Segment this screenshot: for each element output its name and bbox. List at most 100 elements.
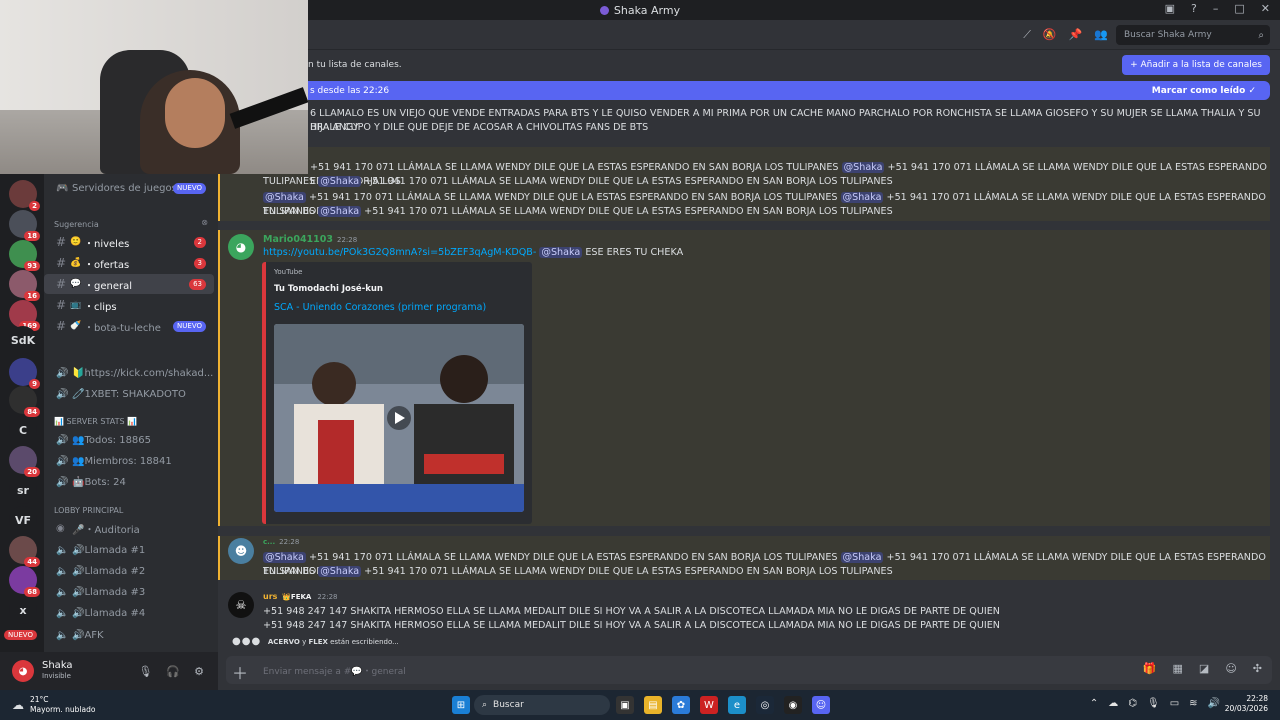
category-suggestion[interactable]: Sugerencia (54, 220, 99, 229)
edge-icon[interactable]: e (728, 696, 746, 714)
channel-bota-tu-leche[interactable]: # 🍼 ・bota-tu-leche NUEVO (44, 316, 214, 336)
mention[interactable]: @Shaka (318, 176, 362, 187)
category-server-stats[interactable]: 📊 SERVER STATS 📊 (54, 417, 137, 426)
attach-plus-icon[interactable]: ＋ (232, 660, 248, 684)
server-icon[interactable]: SdK (9, 326, 37, 354)
minimize-icon[interactable]: – (1213, 2, 1219, 15)
embed-author[interactable]: Tu Tomodachi José-kun (274, 284, 383, 294)
notification-bell-icon[interactable]: 🔕 (1043, 28, 1057, 42)
microphone-icon[interactable]: 🎙 (1147, 698, 1160, 709)
video-thumbnail[interactable] (274, 324, 524, 512)
channel-niveles[interactable]: # 🙂 ・niveles 2 (44, 232, 214, 252)
voice-llamada-1[interactable]: 🔈 🔊Llamada #1 (44, 540, 214, 560)
gift-icon[interactable]: 🎁 (1143, 662, 1157, 675)
chevron-up-icon[interactable]: ⌃ (1090, 698, 1098, 709)
stat-miembros[interactable]: 🔊 👥Miembros: 18841 (44, 451, 214, 471)
taskbar-search[interactable]: ⌕ Buscar (474, 695, 610, 715)
microphone-icon[interactable]: 🎙 (138, 665, 152, 678)
server-icon[interactable]: VF (9, 506, 37, 534)
server-icon[interactable]: sr (9, 476, 37, 504)
mention[interactable]: @Shaka (318, 566, 362, 577)
game-servers-item[interactable]: 🎮 Servidores de juegos NUEVO (44, 178, 214, 198)
chrome-icon[interactable]: ◉ (784, 696, 802, 714)
volume-icon[interactable]: 🔊 (1208, 698, 1220, 709)
sticker-icon[interactable]: ◪ (1199, 662, 1209, 675)
channel-clips[interactable]: # 📺 ・clips (44, 295, 214, 315)
server-icon[interactable]: 84 (9, 386, 40, 417)
emoji-icon[interactable]: ☺ (1225, 662, 1236, 675)
stat-todos[interactable]: 🔊 👥Todos: 18865 (44, 430, 214, 450)
stat-bots[interactable]: 🔊 🤖Bots: 24 (44, 472, 214, 492)
voice-kick-link[interactable]: 🔊 🔰https://kick.com/shakad... (44, 363, 214, 383)
user-info[interactable]: Shaka Invisible (42, 660, 73, 682)
server-icon[interactable]: x (9, 596, 37, 624)
user-avatar[interactable]: ☻ (228, 538, 254, 564)
display-icon[interactable]: ▭ (1170, 698, 1179, 709)
server-icon[interactable]: 20 (9, 446, 40, 477)
office-icon[interactable]: W (700, 696, 718, 714)
author-name[interactable]: urs 👑FEKA 22:28 (263, 592, 338, 601)
voice-1xbet[interactable]: 🔊 🧷1XBET: SHAKADOTO (44, 384, 214, 404)
mention[interactable]: @Shaka (840, 552, 884, 563)
search-input[interactable]: Buscar Shaka Army ⌕ (1116, 25, 1270, 45)
copilot-icon[interactable]: ✿ (672, 696, 690, 714)
server-icon[interactable]: 9 (9, 358, 40, 389)
server-icon[interactable]: 18 (9, 210, 40, 241)
threads-icon[interactable]: ⟋ (1023, 28, 1031, 42)
gif-icon[interactable]: ▦ (1173, 662, 1183, 675)
windows-start-icon[interactable]: ⊞ (452, 696, 470, 714)
close-icon[interactable]: ✕ (1261, 2, 1270, 15)
channel-general[interactable]: # 💬 ・general 63 (44, 274, 214, 294)
embed-title[interactable]: SCA - Uniendo Corazones (primer programa… (274, 302, 486, 313)
inbox-icon[interactable]: ▣ (1165, 2, 1175, 15)
message-input[interactable]: Enviar mensaje a #💬・general (226, 656, 1272, 684)
voice-llamada-3[interactable]: 🔈 🔊Llamada #3 (44, 582, 214, 602)
mention[interactable]: @Shaka (840, 192, 884, 203)
settings-gear-icon[interactable]: ⚙ (194, 665, 204, 678)
members-icon[interactable]: 👥 (1094, 28, 1108, 42)
server-icon[interactable]: 44 (9, 536, 40, 567)
new-messages-bar[interactable]: s desde las 22:26 Marcar como leído ✓ (308, 81, 1270, 100)
mark-read-button[interactable]: Marcar como leído ✓ (1152, 86, 1256, 96)
help-icon[interactable]: ? (1191, 2, 1197, 15)
voice-afk[interactable]: 🔈 🔊AFK (44, 625, 214, 645)
mention[interactable]: @Shaka (263, 552, 306, 563)
task-view-icon[interactable]: ▣ (616, 696, 634, 714)
network-icon[interactable]: ⌬ (1128, 698, 1137, 709)
channel-ofertas[interactable]: # 💰 ・ofertas 3 (44, 253, 214, 273)
server-icon[interactable]: 169 (9, 300, 40, 331)
server-icon[interactable]: 16 (9, 270, 40, 301)
mention[interactable]: @Shaka (841, 162, 885, 173)
user-avatar[interactable]: ☠ (228, 592, 254, 618)
close-icon[interactable]: ⊗ (201, 218, 208, 227)
discord-icon[interactable]: ☺ (812, 696, 830, 714)
pin-icon[interactable]: 📌 (1069, 28, 1083, 42)
youtube-link[interactable]: https://youtu.be/POk3G2Q8mnA?si=5bZEF3qA… (263, 247, 536, 258)
wifi-icon[interactable]: ≋ (1189, 698, 1197, 709)
steam-icon[interactable]: ◎ (756, 696, 774, 714)
author-name[interactable]: Mario041103 22:28 (263, 234, 357, 245)
server-icon[interactable]: C (9, 416, 37, 444)
weather-widget[interactable]: ☁ 21°C Mayorm. nublado (12, 695, 95, 715)
clock[interactable]: 22:28 20/03/2026 (1225, 694, 1268, 714)
mention[interactable]: @Shaka (539, 247, 583, 258)
server-icon[interactable]: 68 (9, 566, 40, 597)
headphones-icon[interactable]: 🎧 (166, 665, 180, 678)
maximize-icon[interactable]: □ (1234, 2, 1244, 15)
stage-auditoria[interactable]: ◉ 🎤・Auditoria (44, 518, 214, 538)
voice-llamada-4[interactable]: 🔈 🔊Llamada #4 (44, 603, 214, 623)
channel-label: 👥Todos: 18865 (72, 434, 152, 446)
server-icon[interactable]: 93 (9, 240, 40, 271)
apps-icon[interactable]: ✣ (1253, 662, 1262, 675)
mention[interactable]: @Shaka (263, 192, 306, 203)
user-avatar[interactable]: ◕ (228, 234, 254, 260)
file-explorer-icon[interactable]: ▤ (644, 696, 662, 714)
voice-llamada-2[interactable]: 🔈 🔊Llamada #2 (44, 561, 214, 581)
author-name[interactable]: c... 22:28 (263, 538, 299, 546)
server-icon[interactable]: 2 (9, 180, 40, 211)
avatar[interactable]: ◕ (12, 660, 34, 682)
add-to-channel-list-button[interactable]: + Añadir a la lista de canales (1122, 55, 1270, 75)
onedrive-icon[interactable]: ☁ (1108, 698, 1118, 709)
mention[interactable]: @Shaka (318, 206, 362, 217)
category-lobby[interactable]: LOBBY PRINCIPAL (54, 506, 123, 515)
